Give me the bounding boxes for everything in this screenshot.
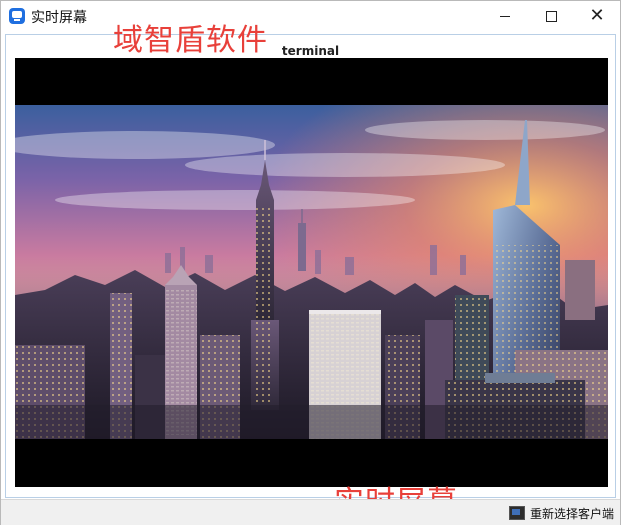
maximize-icon (545, 10, 557, 22)
reselect-client-label: 重新选择客户端 (529, 506, 614, 521)
reselect-client-button[interactable]: 重新选择客户端 (508, 504, 614, 522)
brand-watermark: 域智盾软件 (113, 23, 268, 58)
minimize-icon (500, 15, 510, 17)
window-title: 实时屏幕 (31, 10, 87, 26)
maximize-button[interactable] (528, 1, 574, 31)
remote-desktop-wallpaper (15, 105, 608, 439)
title-bar[interactable]: 实时屏幕 ✕ (1, 1, 620, 31)
close-icon: ✕ (589, 5, 605, 26)
close-button[interactable]: ✕ (574, 1, 620, 31)
status-bar: 重新选择客户端 (1, 499, 620, 525)
screen-panel: terminal (5, 34, 616, 498)
monitor-icon (508, 506, 525, 520)
minimize-button[interactable] (482, 1, 528, 31)
remote-screen-view[interactable] (15, 58, 608, 487)
realtime-screen-window: 实时屏幕 ✕ terminal 域智盾软件 重新选择客户端 (0, 0, 621, 525)
panel-title: terminal (281, 44, 340, 58)
app-icon (9, 8, 25, 24)
